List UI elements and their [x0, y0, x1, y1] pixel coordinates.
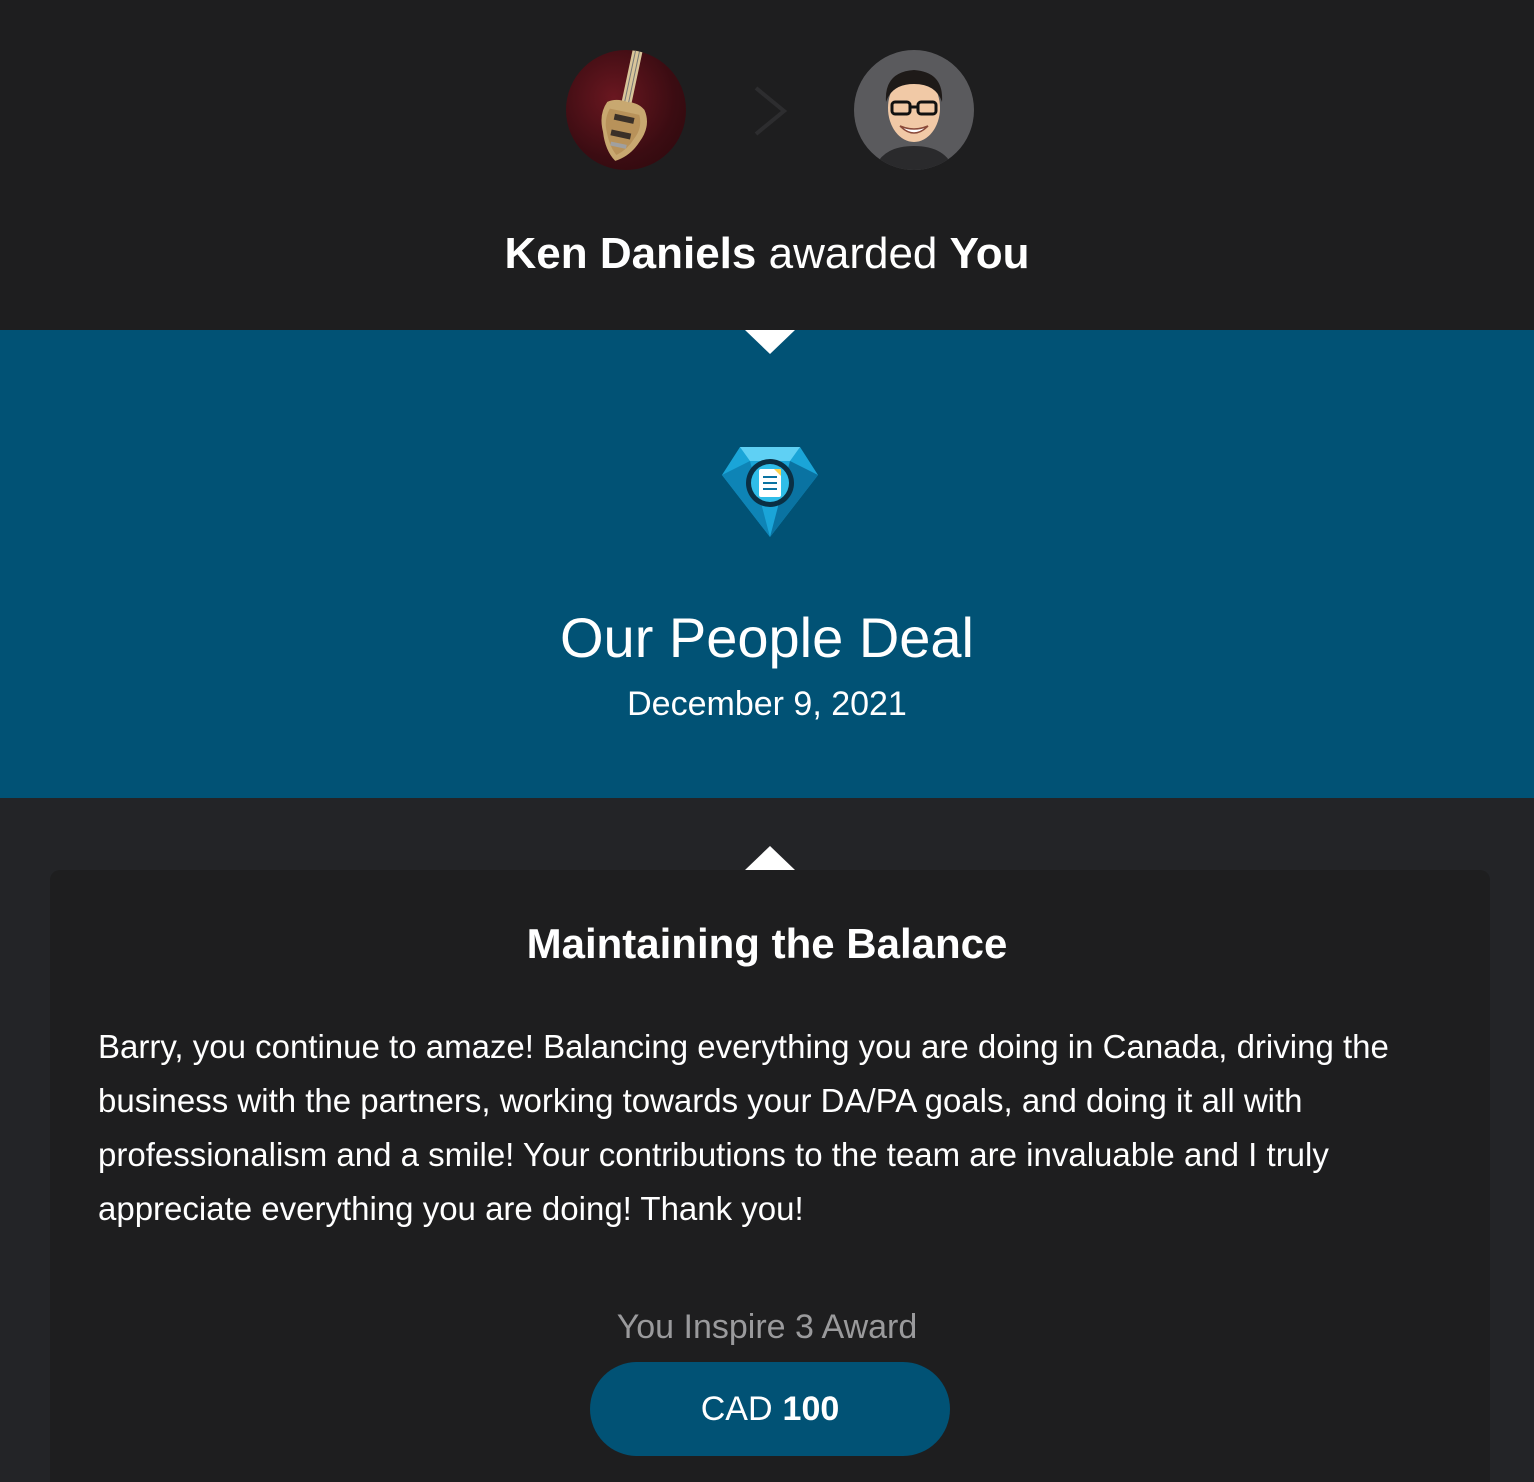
band-pointer: [745, 330, 795, 354]
giver-name[interactable]: Ken Daniels: [505, 229, 757, 278]
chevron-right-icon: [754, 86, 788, 136]
award-page: Ken Daniels awarded You Our People Deal …: [0, 0, 1534, 1482]
message-body: Barry, you continue to amaze! Balancing …: [98, 1028, 1389, 1227]
award-level-name: You Inspire 3 Award: [616, 1308, 918, 1346]
person-photo: [874, 70, 954, 170]
award-date: December 9, 2021: [627, 685, 907, 723]
amount-value: 100: [782, 1389, 840, 1428]
giver-avatar[interactable]: [566, 50, 686, 170]
guitar-image: [601, 50, 647, 161]
currency-label: CAD: [700, 1389, 773, 1428]
award-amount-badge: CAD 100: [590, 1362, 950, 1456]
award-program-band: [0, 330, 1534, 798]
award-summary: Ken Daniels awarded You: [0, 226, 1534, 282]
card-pointer: [745, 846, 795, 870]
receiver-avatar[interactable]: [854, 50, 974, 170]
award-action-text: awarded: [768, 229, 938, 278]
diamond-document-icon: [722, 447, 818, 537]
award-header: Ken Daniels awarded You: [0, 0, 1534, 330]
program-title: Our People Deal: [559, 606, 974, 669]
receiver-name: You: [949, 229, 1030, 278]
message-title: Maintaining the Balance: [526, 920, 1008, 967]
